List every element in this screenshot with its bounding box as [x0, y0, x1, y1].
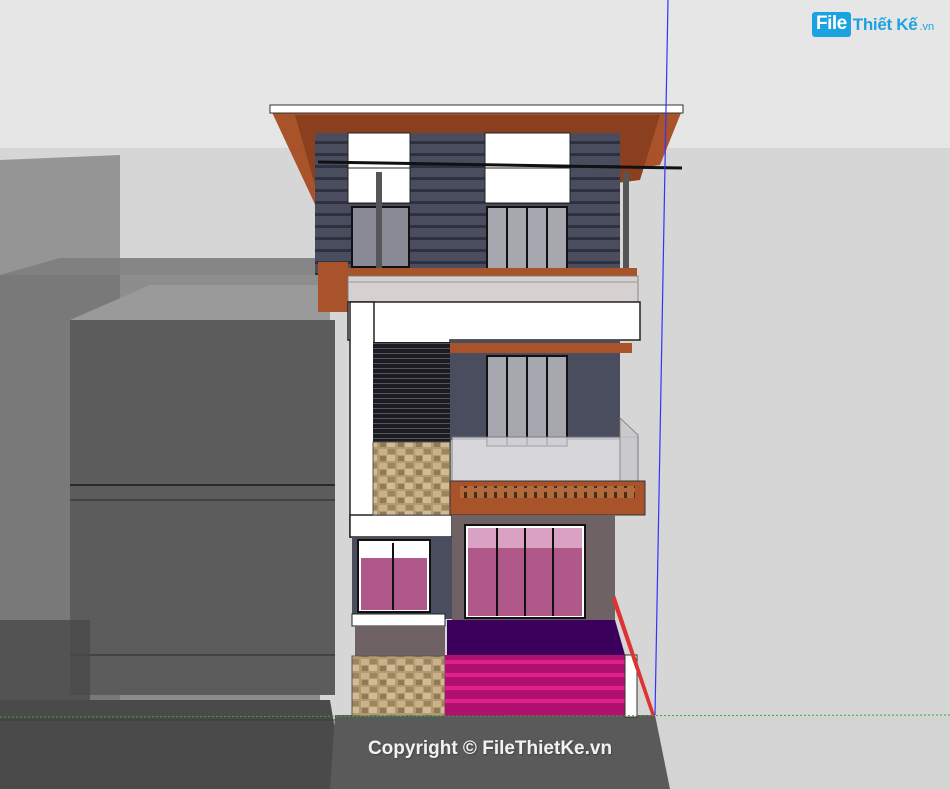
copyright-text: Copyright © FileThietKe.vn	[367, 738, 613, 759]
logo-suffix: .vn	[919, 21, 935, 33]
logo-text: Thiết Kế	[852, 14, 918, 34]
top-balcony-floor	[345, 268, 637, 276]
ground-left-plinth	[355, 626, 445, 656]
stone-cladding-base	[351, 655, 446, 717]
logo-badge: File	[812, 12, 851, 37]
sketchup-house-render	[0, 0, 950, 789]
top-wood-side	[318, 262, 348, 312]
copyright-watermark: Copyright © FileThietKe.vn	[0, 738, 950, 760]
top-pillar-left	[376, 172, 382, 272]
louver-screen	[373, 342, 450, 442]
top-balcony-glass	[347, 275, 639, 303]
top-pillar-right	[623, 172, 629, 272]
entrance-stairs	[445, 655, 631, 716]
entrance-platform	[447, 620, 625, 655]
middle-wood-beam	[450, 343, 632, 353]
middle-balcony-glass	[451, 436, 639, 482]
ground-left-white-band	[351, 613, 446, 627]
site-logo[interactable]: File Thiết Kế .vn	[812, 12, 934, 37]
stone-cladding-mid	[372, 441, 451, 516]
roof-edge	[269, 104, 684, 114]
